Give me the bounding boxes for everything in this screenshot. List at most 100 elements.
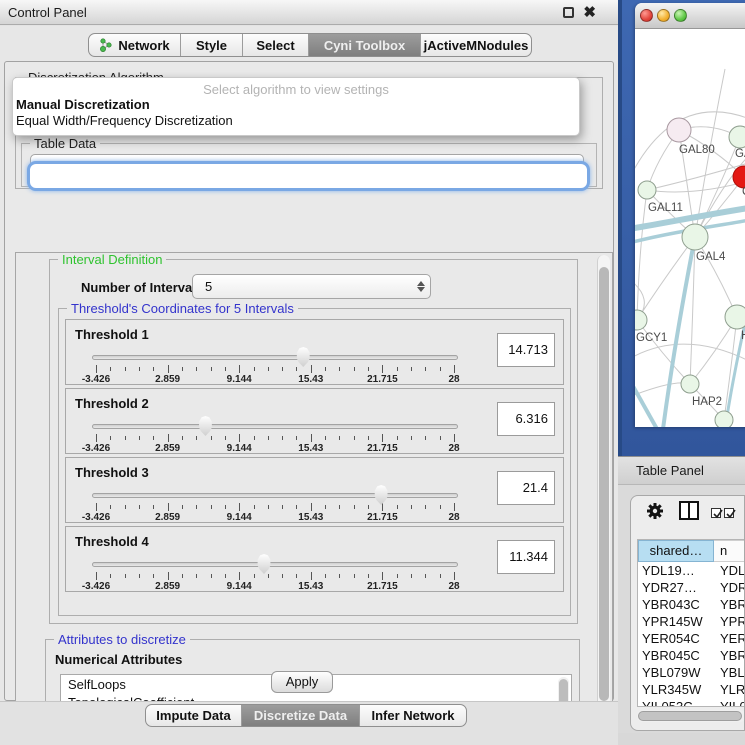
node-hap2[interactable]: [681, 375, 699, 393]
tab-cyni-toolbox[interactable]: Cyni Toolbox: [309, 34, 421, 56]
table-row[interactable]: YBL079W YBL0: [638, 664, 745, 681]
column-header-name[interactable]: n: [714, 540, 745, 562]
threshold-value-field[interactable]: 11.344: [497, 540, 555, 574]
node-gal4[interactable]: [682, 224, 708, 250]
threshold-slider[interactable]: -3.4262.8599.14415.4321.71528: [92, 486, 458, 520]
table-row[interactable]: YBR045C YBR0: [638, 647, 745, 664]
slider-track[interactable]: [92, 562, 458, 567]
algorithm-combobox[interactable]: [27, 161, 590, 191]
slider-tick-label: -3.426: [82, 374, 110, 385]
node-gal-partial[interactable]: [729, 126, 745, 148]
slider-tick: [211, 367, 212, 371]
cell-shared-name[interactable]: YBL079W: [638, 664, 714, 681]
checkbox-icon-1[interactable]: [711, 508, 721, 518]
cell-name[interactable]: YBL0: [714, 664, 745, 681]
cell-shared-name[interactable]: YDR27…: [638, 579, 714, 596]
tab-impute-data[interactable]: Impute Data: [146, 705, 242, 726]
number-of-intervals-combobox[interactable]: 5: [192, 274, 431, 299]
minimize-traffic-light[interactable]: [657, 9, 670, 22]
float-window-icon[interactable]: [563, 7, 574, 18]
gear-icon[interactable]: [646, 502, 664, 520]
slider-tick: [397, 367, 398, 371]
table-panel-titlebar: Table Panel: [618, 456, 745, 485]
slider-thumb[interactable]: [256, 554, 272, 574]
cell-name[interactable]: YBR0: [714, 596, 745, 613]
cell-shared-name[interactable]: YBR043C: [638, 596, 714, 613]
cell-shared-name[interactable]: YIL053C: [638, 698, 714, 707]
slider-tick: [168, 365, 169, 373]
slider-track[interactable]: [92, 424, 458, 429]
table-row[interactable]: YDR27… YDR2: [638, 579, 745, 596]
table-row[interactable]: YDL19… YDL1: [638, 562, 745, 579]
slider-tick: [440, 574, 441, 578]
column-header-shared-name[interactable]: shared…: [638, 540, 714, 562]
cell-shared-name[interactable]: YLR345W: [638, 681, 714, 698]
cell-name[interactable]: YER0: [714, 630, 745, 647]
table-row[interactable]: YER054C YER0: [638, 630, 745, 647]
threshold-value-field[interactable]: 14.713: [497, 333, 555, 367]
settings-scrollbar-thumb[interactable]: [599, 267, 609, 701]
close-icon[interactable]: ✖: [583, 3, 596, 21]
cell-name[interactable]: YDR2: [714, 579, 745, 596]
cell-name[interactable]: YIL0: [714, 698, 745, 707]
tab-network[interactable]: Network: [89, 34, 181, 56]
slider-tick-label: 9.144: [227, 443, 252, 454]
tab-select[interactable]: Select: [243, 34, 309, 56]
cell-shared-name[interactable]: YDL19…: [638, 562, 714, 579]
slider-thumb[interactable]: [295, 347, 311, 367]
slider-tick: [382, 503, 383, 511]
slider-tick: [268, 574, 269, 578]
slider-tick: [254, 436, 255, 440]
apply-button[interactable]: Apply: [271, 671, 333, 693]
cell-name[interactable]: YBR0: [714, 647, 745, 664]
node-gcy1[interactable]: [635, 310, 647, 330]
combobox-stepper-icon: [412, 281, 430, 292]
columns-icon[interactable]: [679, 501, 699, 520]
node-gal11[interactable]: [638, 181, 656, 199]
slider-tick: [239, 572, 240, 580]
zoom-traffic-light[interactable]: [674, 9, 687, 22]
threshold-slider[interactable]: -3.4262.8599.14415.4321.71528: [92, 555, 458, 589]
close-traffic-light[interactable]: [640, 9, 653, 22]
slider-tick-label: 15.43: [298, 512, 323, 523]
cell-name[interactable]: YDL1: [714, 562, 745, 579]
network-view[interactable]: GAL80 GAL C GAL11 GAL4 GCY1 H HAP2: [635, 29, 745, 427]
slider-tick: [339, 505, 340, 509]
slider-track[interactable]: [92, 355, 458, 360]
slider-thumb[interactable]: [197, 416, 213, 436]
slider-tick: [110, 505, 111, 509]
table-row[interactable]: YIL053C YIL0: [638, 698, 745, 707]
threshold-slider[interactable]: -3.4262.8599.14415.4321.71528: [92, 348, 458, 382]
node-gal80[interactable]: [667, 118, 691, 142]
table-row[interactable]: YBR043C YBR0: [638, 596, 745, 613]
slider-thumb[interactable]: [373, 485, 389, 505]
cell-shared-name[interactable]: YER054C: [638, 630, 714, 647]
cell-shared-name[interactable]: YBR045C: [638, 647, 714, 664]
menu-item-equal-width-frequency[interactable]: Equal Width/Frequency Discretization: [13, 112, 579, 128]
menu-item-manual-discretization[interactable]: Manual Discretization: [13, 96, 579, 112]
cell-name[interactable]: YPR1: [714, 613, 745, 630]
table-row[interactable]: YLR345W YLR3: [638, 681, 745, 698]
node-label-gal-partial: GAL: [735, 148, 745, 160]
tab-jactivemnodules[interactable]: jActiveMNodules: [421, 34, 531, 56]
slider-tick-label: 21.715: [367, 443, 398, 454]
slider-track[interactable]: [92, 493, 458, 498]
node-bottom-partial[interactable]: [715, 411, 733, 427]
threshold-value-field[interactable]: 6.316: [497, 402, 555, 436]
table-row[interactable]: YPR145W YPR1: [638, 613, 745, 630]
cell-shared-name[interactable]: YPR145W: [638, 613, 714, 630]
tab-style[interactable]: Style: [181, 34, 243, 56]
control-panel-titlebar: Control Panel ✖: [0, 0, 618, 25]
tab-discretize-data[interactable]: Discretize Data: [242, 705, 360, 726]
tab-infer-network[interactable]: Infer Network: [360, 705, 466, 726]
checkbox-icon-2[interactable]: [724, 508, 734, 518]
threshold-value-field[interactable]: 21.4: [497, 471, 555, 505]
slider-tick-label: 9.144: [227, 581, 252, 592]
node-h-partial[interactable]: [725, 305, 745, 329]
slider-tick: [254, 505, 255, 509]
threshold-slider[interactable]: -3.4262.8599.14415.4321.71528: [92, 417, 458, 451]
slider-tick: [454, 503, 455, 511]
table-hscrollbar-thumb[interactable]: [638, 711, 742, 721]
network-icon: [99, 38, 113, 52]
cell-name[interactable]: YLR3: [714, 681, 745, 698]
